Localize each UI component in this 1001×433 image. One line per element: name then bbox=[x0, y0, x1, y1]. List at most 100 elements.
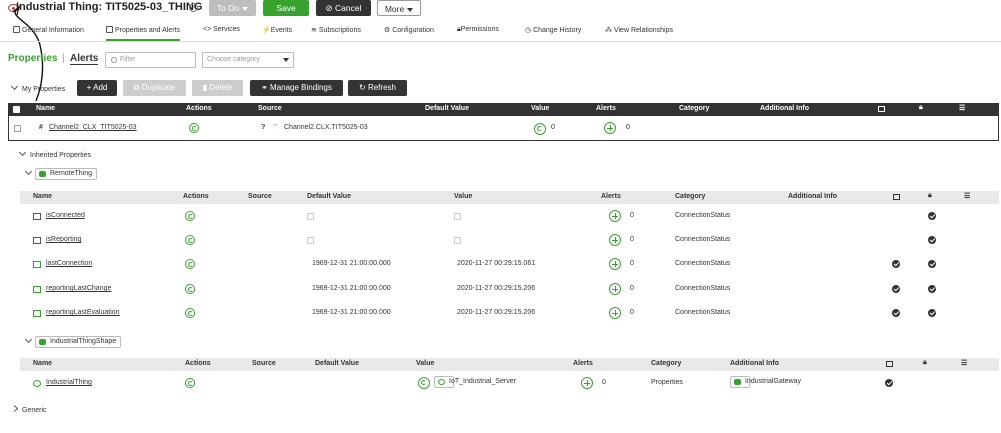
additional-info-chip[interactable]: IndustrialGateway bbox=[730, 376, 801, 388]
list-icon: ☰ bbox=[959, 105, 966, 112]
value-text: 2020-11-27 00:29:15.206 bbox=[457, 285, 536, 292]
tab-bar: General Information Properties and Alert… bbox=[0, 21, 1001, 42]
category-text: ConnectionStatus bbox=[675, 212, 731, 219]
todo-button[interactable]: To Do bbox=[209, 0, 256, 16]
check-icon bbox=[928, 212, 936, 220]
table-row[interactable]: # Channel2_CLX_TIT5025-03 ❓︎ ⌔ Channel2.… bbox=[8, 116, 999, 141]
tab-general-information[interactable]: General Information bbox=[13, 26, 84, 34]
actions-icon[interactable] bbox=[185, 211, 195, 221]
table-row[interactable]: isConnected 0 ConnectionStatus bbox=[20, 205, 999, 229]
property-name-link[interactable]: reportingLastEvaluation bbox=[46, 309, 120, 316]
table-row[interactable]: IndustrialThing IoT_Industrial_Server 0 … bbox=[20, 372, 999, 396]
table-row[interactable]: isReporting 0 ConnectionStatus bbox=[20, 229, 999, 253]
datetime-icon bbox=[33, 261, 41, 268]
industrial-thing-shape-label: IndustrialThingShape bbox=[50, 338, 117, 345]
add-button[interactable]: + Add bbox=[77, 80, 117, 96]
tab-view-relationships[interactable]: ⁂ View Relationships bbox=[605, 26, 673, 34]
alerts-count: 0 bbox=[626, 124, 630, 131]
check-icon bbox=[928, 285, 936, 293]
chevron-down-icon bbox=[24, 167, 33, 176]
save-button[interactable]: Save bbox=[263, 0, 309, 16]
edit-value-icon[interactable] bbox=[418, 377, 430, 389]
remote-thing-chip[interactable]: RemoteThing bbox=[35, 168, 98, 180]
wifi-icon: ⌔ bbox=[272, 124, 279, 131]
add-alert-icon[interactable] bbox=[581, 377, 593, 389]
property-name-link[interactable]: Channel2_CLX_TIT5025-03 bbox=[49, 124, 137, 131]
actions-icon[interactable] bbox=[185, 284, 195, 294]
add-alert-icon[interactable] bbox=[609, 210, 621, 222]
properties-tab[interactable]: Properties bbox=[8, 53, 57, 64]
tab-permissions[interactable]: 🔒︎Permissions bbox=[457, 26, 499, 34]
alerts-count: 0 bbox=[630, 309, 634, 316]
generic-toggle[interactable]: Generic bbox=[10, 404, 47, 414]
category-select[interactable]: Choose category bbox=[202, 52, 294, 68]
table-row[interactable]: lastConnection 1969-12-31 21:00:00.000 2… bbox=[20, 253, 999, 277]
col-additional-info: Additional Info bbox=[760, 105, 809, 112]
tab-properties-and-alerts[interactable]: Properties and Alerts bbox=[106, 26, 180, 41]
tab-change-history[interactable]: ◷ Change History bbox=[525, 26, 581, 34]
actions-icon[interactable] bbox=[185, 259, 195, 269]
cancel-button[interactable]: ⊘ Cancel bbox=[316, 0, 371, 16]
table-row[interactable]: reportingLastChange 1969-12-31 21:00:00.… bbox=[20, 277, 999, 302]
my-properties-toggle[interactable]: My Properties bbox=[10, 82, 65, 93]
add-alert-icon[interactable] bbox=[609, 283, 621, 295]
actions-icon[interactable] bbox=[185, 235, 195, 245]
property-name-link[interactable]: reportingLastChange bbox=[46, 285, 111, 292]
delete-button[interactable]: ▮ Delete bbox=[192, 80, 243, 96]
tab-label: Permissions bbox=[460, 26, 499, 33]
category-text: ConnectionStatus bbox=[675, 309, 731, 316]
industrial-thing-shape-chip[interactable]: IndustrialThingShape bbox=[35, 336, 122, 348]
cancel-icon: ⊘ bbox=[325, 3, 335, 13]
category-placeholder: Choose category bbox=[207, 56, 260, 63]
add-alert-icon[interactable] bbox=[604, 122, 616, 134]
tab-subscriptions[interactable]: ≋ Subscriptions bbox=[311, 26, 361, 34]
subscriptions-icon: ≋ bbox=[311, 27, 319, 34]
select-all-checkbox[interactable] bbox=[13, 106, 20, 113]
help-icon: ❓︎ bbox=[261, 124, 266, 131]
filter-input[interactable]: Filter bbox=[105, 52, 196, 68]
more-button[interactable]: More bbox=[377, 0, 421, 16]
value-chip[interactable]: IoT_Industrial_Server bbox=[434, 376, 516, 388]
property-name-link[interactable]: lastConnection bbox=[46, 260, 92, 267]
col-name: Name bbox=[33, 193, 53, 200]
value-text: 0 bbox=[551, 124, 555, 131]
tab-configuration[interactable]: ⚙ Configuration bbox=[384, 26, 434, 34]
row-checkbox[interactable] bbox=[14, 125, 21, 132]
manage-bindings-button[interactable]: ⚭ Manage Bindings bbox=[250, 80, 343, 96]
add-alert-icon[interactable] bbox=[609, 234, 621, 246]
tab-events[interactable]: ⚡Events bbox=[262, 26, 292, 34]
check-icon bbox=[892, 260, 900, 268]
lock-icon: 🔒︎ bbox=[928, 192, 932, 199]
chevron-down-icon bbox=[242, 6, 249, 11]
thing-name-icon bbox=[33, 380, 41, 387]
category-text: ConnectionStatus bbox=[675, 260, 731, 267]
col-name: Name bbox=[36, 105, 56, 112]
my-properties-header: Name Actions Source Default Value Value … bbox=[8, 103, 999, 116]
additional-info-text: IndustrialGateway bbox=[745, 378, 802, 385]
actions-icon[interactable] bbox=[185, 308, 195, 318]
col-category: Category bbox=[651, 360, 682, 367]
shape-header: Name Actions Source Default Value Value … bbox=[20, 358, 999, 371]
alerts-count: 0 bbox=[630, 285, 634, 292]
refresh-button[interactable]: ↻ Refresh bbox=[348, 80, 407, 96]
table-row[interactable]: reportingLastEvaluation 1969-12-31 21:00… bbox=[20, 302, 999, 326]
actions-icon[interactable] bbox=[189, 123, 199, 133]
tab-services[interactable]: <> Services bbox=[203, 26, 240, 33]
edit-value-icon[interactable] bbox=[534, 123, 546, 135]
boolean-icon bbox=[33, 213, 41, 220]
lock-icon: 🔒︎ bbox=[923, 359, 927, 366]
duplicate-button[interactable]: ⧉ Duplicate bbox=[123, 80, 186, 96]
check-icon bbox=[892, 309, 900, 317]
help-icon[interactable]: ? bbox=[189, 3, 198, 12]
actions-icon[interactable] bbox=[185, 378, 195, 388]
add-alert-icon[interactable] bbox=[609, 258, 621, 270]
property-name-link[interactable]: IndustrialThing bbox=[46, 379, 92, 386]
property-name-link[interactable]: isConnected bbox=[46, 212, 85, 219]
inherited-properties-toggle[interactable]: Inherited Properties bbox=[18, 148, 91, 159]
add-alert-icon[interactable] bbox=[609, 307, 621, 319]
alerts-count: 0 bbox=[602, 379, 606, 386]
alerts-tab[interactable]: Alerts bbox=[70, 53, 99, 65]
value-text: IoT_Industrial_Server bbox=[449, 378, 516, 385]
value-text: 2020-11-27 00:29:15.206 bbox=[457, 309, 536, 316]
property-name-link[interactable]: isReporting bbox=[46, 236, 81, 243]
